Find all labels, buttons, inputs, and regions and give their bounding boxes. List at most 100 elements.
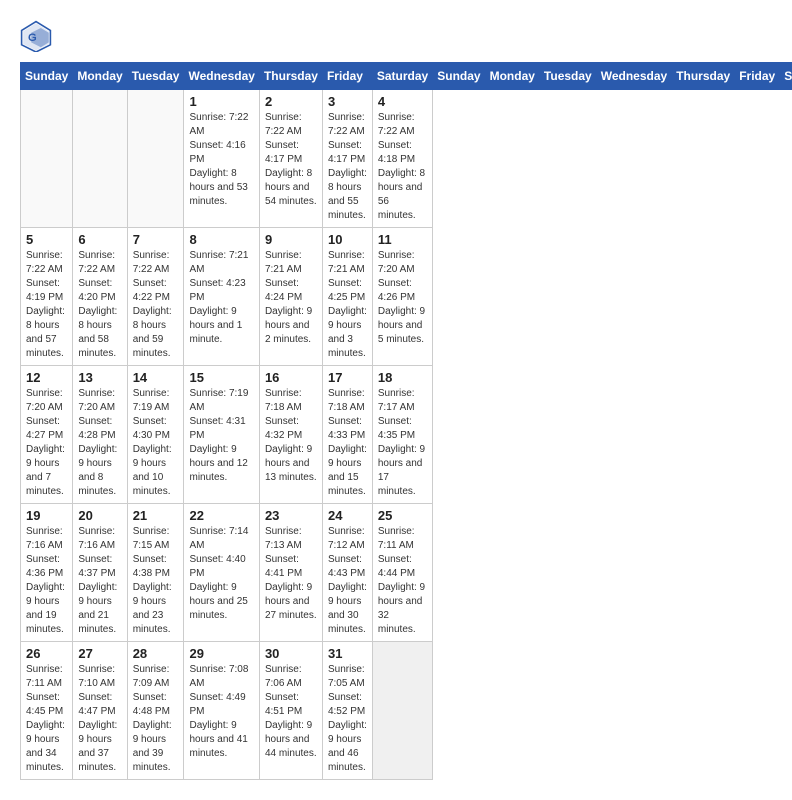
day-info: Sunrise: 7:20 AM Sunset: 4:26 PM Dayligh… — [378, 249, 427, 347]
calendar-cell: 8 Sunrise: 7:21 AM Sunset: 4:23 PM Daylig… — [184, 228, 259, 366]
calendar-cell: 12 Sunrise: 7:20 AM Sunset: 4:27 PM Dayli… — [21, 366, 73, 504]
calendar-cell: 4 Sunrise: 7:22 AM Sunset: 4:18 PM Daylig… — [372, 90, 432, 228]
day-info: Sunrise: 7:20 AM Sunset: 4:28 PM Dayligh… — [78, 387, 121, 499]
day-info: Sunrise: 7:12 AM Sunset: 4:43 PM Dayligh… — [328, 525, 367, 637]
calendar-cell: 25 Sunrise: 7:11 AM Sunset: 4:44 PM Dayli… — [372, 504, 432, 642]
day-number: 8 — [189, 232, 253, 247]
calendar-cell: 17 Sunrise: 7:18 AM Sunset: 4:33 PM Dayli… — [322, 366, 372, 504]
logo: G — [20, 20, 56, 52]
header-day-tuesday: Tuesday — [539, 63, 596, 90]
day-info: Sunrise: 7:21 AM Sunset: 4:25 PM Dayligh… — [328, 249, 367, 361]
header-day-wednesday: Wednesday — [596, 63, 671, 90]
calendar-cell: 2 Sunrise: 7:22 AM Sunset: 4:17 PM Daylig… — [259, 90, 322, 228]
day-number: 31 — [328, 646, 367, 661]
day-number: 2 — [265, 94, 317, 109]
calendar-cell: 14 Sunrise: 7:19 AM Sunset: 4:30 PM Dayli… — [127, 366, 184, 504]
calendar-cell: 27 Sunrise: 7:10 AM Sunset: 4:47 PM Dayli… — [73, 642, 127, 780]
day-number: 6 — [78, 232, 121, 247]
day-info: Sunrise: 7:21 AM Sunset: 4:24 PM Dayligh… — [265, 249, 317, 347]
day-info: Sunrise: 7:22 AM Sunset: 4:17 PM Dayligh… — [265, 111, 317, 209]
calendar-cell: 28 Sunrise: 7:09 AM Sunset: 4:48 PM Dayli… — [127, 642, 184, 780]
calendar-cell: 18 Sunrise: 7:17 AM Sunset: 4:35 PM Dayli… — [372, 366, 432, 504]
day-number: 10 — [328, 232, 367, 247]
day-number: 11 — [378, 232, 427, 247]
day-number: 28 — [133, 646, 179, 661]
calendar-cell: 22 Sunrise: 7:14 AM Sunset: 4:40 PM Dayli… — [184, 504, 259, 642]
calendar-cell: 13 Sunrise: 7:20 AM Sunset: 4:28 PM Dayli… — [73, 366, 127, 504]
header-day-thursday: Thursday — [672, 63, 735, 90]
calendar-cell: 5Sunrise: 7:22 AM Sunset: 4:19 PM Daylig… — [21, 228, 73, 366]
calendar-cell: 7Sunrise: 7:22 AM Sunset: 4:22 PM Daylig… — [127, 228, 184, 366]
day-number: 20 — [78, 508, 121, 523]
calendar-cell: 20 Sunrise: 7:16 AM Sunset: 4:37 PM Dayli… — [73, 504, 127, 642]
day-info: Sunrise: 7:16 AM Sunset: 4:37 PM Dayligh… — [78, 525, 121, 637]
day-number: 19 — [26, 508, 67, 523]
day-info: Sunrise: 7:13 AM Sunset: 4:41 PM Dayligh… — [265, 525, 317, 623]
day-info: Sunrise: 7:14 AM Sunset: 4:40 PM Dayligh… — [189, 525, 253, 623]
calendar-week-3: 12 Sunrise: 7:20 AM Sunset: 4:27 PM Dayli… — [21, 366, 792, 504]
calendar-cell: 10 Sunrise: 7:21 AM Sunset: 4:25 PM Dayli… — [322, 228, 372, 366]
calendar-cell — [127, 90, 184, 228]
day-number: 26 — [26, 646, 67, 661]
day-number: 21 — [133, 508, 179, 523]
day-info: Sunrise: 7:10 AM Sunset: 4:47 PM Dayligh… — [78, 663, 121, 775]
header-day-sunday: Sunday — [21, 63, 73, 90]
day-number: 29 — [189, 646, 253, 661]
day-number: 15 — [189, 370, 253, 385]
calendar-week-5: 26 Sunrise: 7:11 AM Sunset: 4:45 PM Dayli… — [21, 642, 792, 780]
day-number: 7 — [133, 232, 179, 247]
day-info: Sunrise: 7:18 AM Sunset: 4:32 PM Dayligh… — [265, 387, 317, 485]
calendar-cell: 11 Sunrise: 7:20 AM Sunset: 4:26 PM Dayli… — [372, 228, 432, 366]
calendar-cell: 15Sunrise: 7:19 AM Sunset: 4:31 PM Dayli… — [184, 366, 259, 504]
calendar-cell: 30Sunrise: 7:06 AM Sunset: 4:51 PM Dayli… — [259, 642, 322, 780]
day-info: Sunrise: 7:21 AM Sunset: 4:23 PM Dayligh… — [189, 249, 253, 347]
header-row: SundayMondayTuesdayWednesdayThursdayFrid… — [21, 63, 792, 90]
calendar-cell: 29Sunrise: 7:08 AM Sunset: 4:49 PM Dayli… — [184, 642, 259, 780]
calendar-cell — [372, 642, 432, 780]
day-info: Sunrise: 7:05 AM Sunset: 4:52 PM Dayligh… — [328, 663, 367, 775]
day-number: 13 — [78, 370, 121, 385]
day-info: Sunrise: 7:22 AM Sunset: 4:18 PM Dayligh… — [378, 111, 427, 223]
calendar-cell — [21, 90, 73, 228]
calendar-cell: 19 Sunrise: 7:16 AM Sunset: 4:36 PM Dayli… — [21, 504, 73, 642]
header-day-saturday: Saturday — [372, 63, 432, 90]
day-number: 1 — [189, 94, 253, 109]
day-info: Sunrise: 7:11 AM Sunset: 4:45 PM Dayligh… — [26, 663, 67, 775]
day-info: Sunrise: 7:11 AM Sunset: 4:44 PM Dayligh… — [378, 525, 427, 637]
day-number: 24 — [328, 508, 367, 523]
calendar-cell: 23Sunrise: 7:13 AM Sunset: 4:41 PM Dayli… — [259, 504, 322, 642]
day-number: 4 — [378, 94, 427, 109]
calendar-cell: 6 Sunrise: 7:22 AM Sunset: 4:20 PM Daylig… — [73, 228, 127, 366]
day-number: 27 — [78, 646, 121, 661]
day-info: Sunrise: 7:16 AM Sunset: 4:36 PM Dayligh… — [26, 525, 67, 637]
calendar-cell: 9Sunrise: 7:21 AM Sunset: 4:24 PM Daylig… — [259, 228, 322, 366]
day-info: Sunrise: 7:18 AM Sunset: 4:33 PM Dayligh… — [328, 387, 367, 499]
day-number: 16 — [265, 370, 317, 385]
day-number: 3 — [328, 94, 367, 109]
day-number: 18 — [378, 370, 427, 385]
day-number: 22 — [189, 508, 253, 523]
calendar-week-2: 5Sunrise: 7:22 AM Sunset: 4:19 PM Daylig… — [21, 228, 792, 366]
day-info: Sunrise: 7:17 AM Sunset: 4:35 PM Dayligh… — [378, 387, 427, 499]
header-day-friday: Friday — [735, 63, 780, 90]
header-day-saturday: Saturday — [780, 63, 792, 90]
svg-text:G: G — [28, 32, 37, 44]
calendar-header: SundayMondayTuesdayWednesdayThursdayFrid… — [21, 63, 792, 90]
day-info: Sunrise: 7:20 AM Sunset: 4:27 PM Dayligh… — [26, 387, 67, 499]
header-day-tuesday: Tuesday — [127, 63, 184, 90]
day-number: 25 — [378, 508, 427, 523]
day-info: Sunrise: 7:22 AM Sunset: 4:16 PM Dayligh… — [189, 111, 253, 209]
day-number: 17 — [328, 370, 367, 385]
calendar-table: SundayMondayTuesdayWednesdayThursdayFrid… — [20, 62, 792, 780]
day-info: Sunrise: 7:22 AM Sunset: 4:19 PM Dayligh… — [26, 249, 67, 361]
day-info: Sunrise: 7:19 AM Sunset: 4:30 PM Dayligh… — [133, 387, 179, 499]
day-number: 14 — [133, 370, 179, 385]
day-number: 12 — [26, 370, 67, 385]
header-day-thursday: Thursday — [259, 63, 322, 90]
day-info: Sunrise: 7:22 AM Sunset: 4:20 PM Dayligh… — [78, 249, 121, 361]
day-info: Sunrise: 7:09 AM Sunset: 4:48 PM Dayligh… — [133, 663, 179, 775]
calendar-cell: 1 Sunrise: 7:22 AM Sunset: 4:16 PM Daylig… — [184, 90, 259, 228]
calendar-cell: 3Sunrise: 7:22 AM Sunset: 4:17 PM Daylig… — [322, 90, 372, 228]
calendar-week-1: 1 Sunrise: 7:22 AM Sunset: 4:16 PM Daylig… — [21, 90, 792, 228]
calendar-cell: 26 Sunrise: 7:11 AM Sunset: 4:45 PM Dayli… — [21, 642, 73, 780]
